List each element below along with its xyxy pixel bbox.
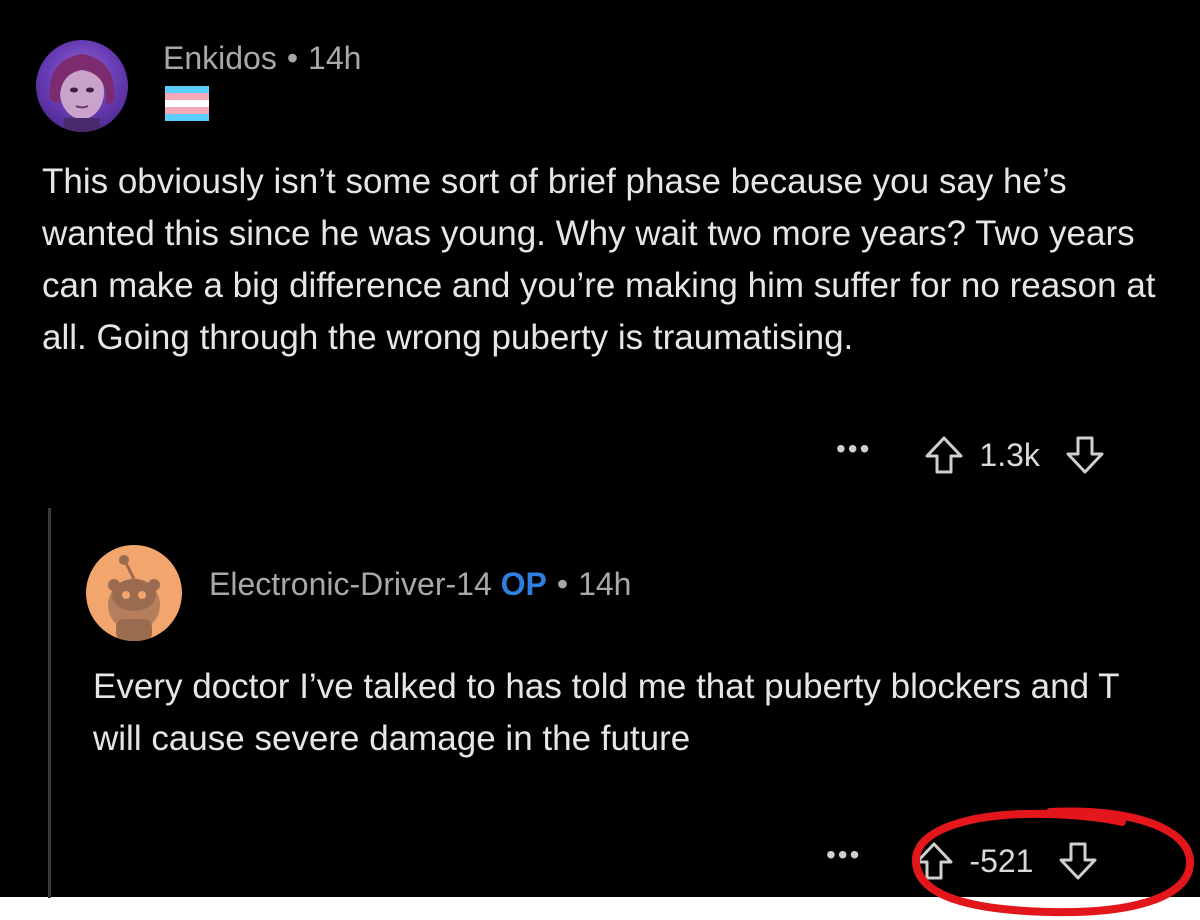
reply-body: Every doctor I’ve talked to has told me … bbox=[93, 667, 1119, 758]
more-options-button[interactable]: ••• bbox=[826, 839, 861, 871]
flair-stripe bbox=[165, 114, 209, 121]
user-flair-icon bbox=[165, 86, 209, 121]
vote-score: 1.3k bbox=[979, 436, 1040, 473]
avatar-photo-icon bbox=[49, 54, 115, 132]
flair-stripe bbox=[165, 100, 209, 107]
comment-thread: Enkidos • 14h This obviously isn’t some so… bbox=[0, 0, 1200, 898]
meta-separator: • bbox=[286, 40, 299, 76]
op-badge: OP bbox=[500, 566, 547, 602]
more-options-button[interactable]: ••• bbox=[836, 433, 871, 465]
thread-line[interactable] bbox=[48, 508, 51, 898]
meta-separator: • bbox=[556, 566, 569, 602]
downvote-icon[interactable] bbox=[1057, 840, 1099, 882]
flair-stripe bbox=[165, 107, 209, 114]
vote-score: -521 bbox=[969, 842, 1034, 879]
reply-actions: ••• -521 bbox=[826, 839, 1099, 882]
reply-avatar[interactable] bbox=[86, 545, 182, 641]
timestamp: 14h bbox=[578, 566, 632, 602]
upvote-icon[interactable] bbox=[913, 840, 955, 882]
flair-stripe bbox=[165, 93, 209, 100]
user-avatar[interactable] bbox=[36, 40, 128, 132]
screenshot: Enkidos • 14h This obviously isn’t some so… bbox=[0, 0, 1200, 920]
flair-stripe bbox=[165, 86, 209, 93]
timestamp: 14h bbox=[308, 40, 362, 76]
downvote-icon[interactable] bbox=[1064, 434, 1106, 476]
username[interactable]: Electronic-Driver-14 bbox=[209, 566, 492, 602]
username[interactable]: Enkidos bbox=[163, 40, 277, 76]
comment-body: This obviously isn’t some sort of brief … bbox=[42, 162, 1156, 357]
snoo-avatar-icon bbox=[108, 555, 160, 641]
reply-meta: Electronic-Driver-14 OP • 14h bbox=[209, 566, 631, 603]
upvote-icon[interactable] bbox=[923, 434, 965, 476]
comment-actions: ••• 1.3k bbox=[836, 433, 1106, 476]
comment-meta: Enkidos • 14h bbox=[163, 40, 361, 77]
